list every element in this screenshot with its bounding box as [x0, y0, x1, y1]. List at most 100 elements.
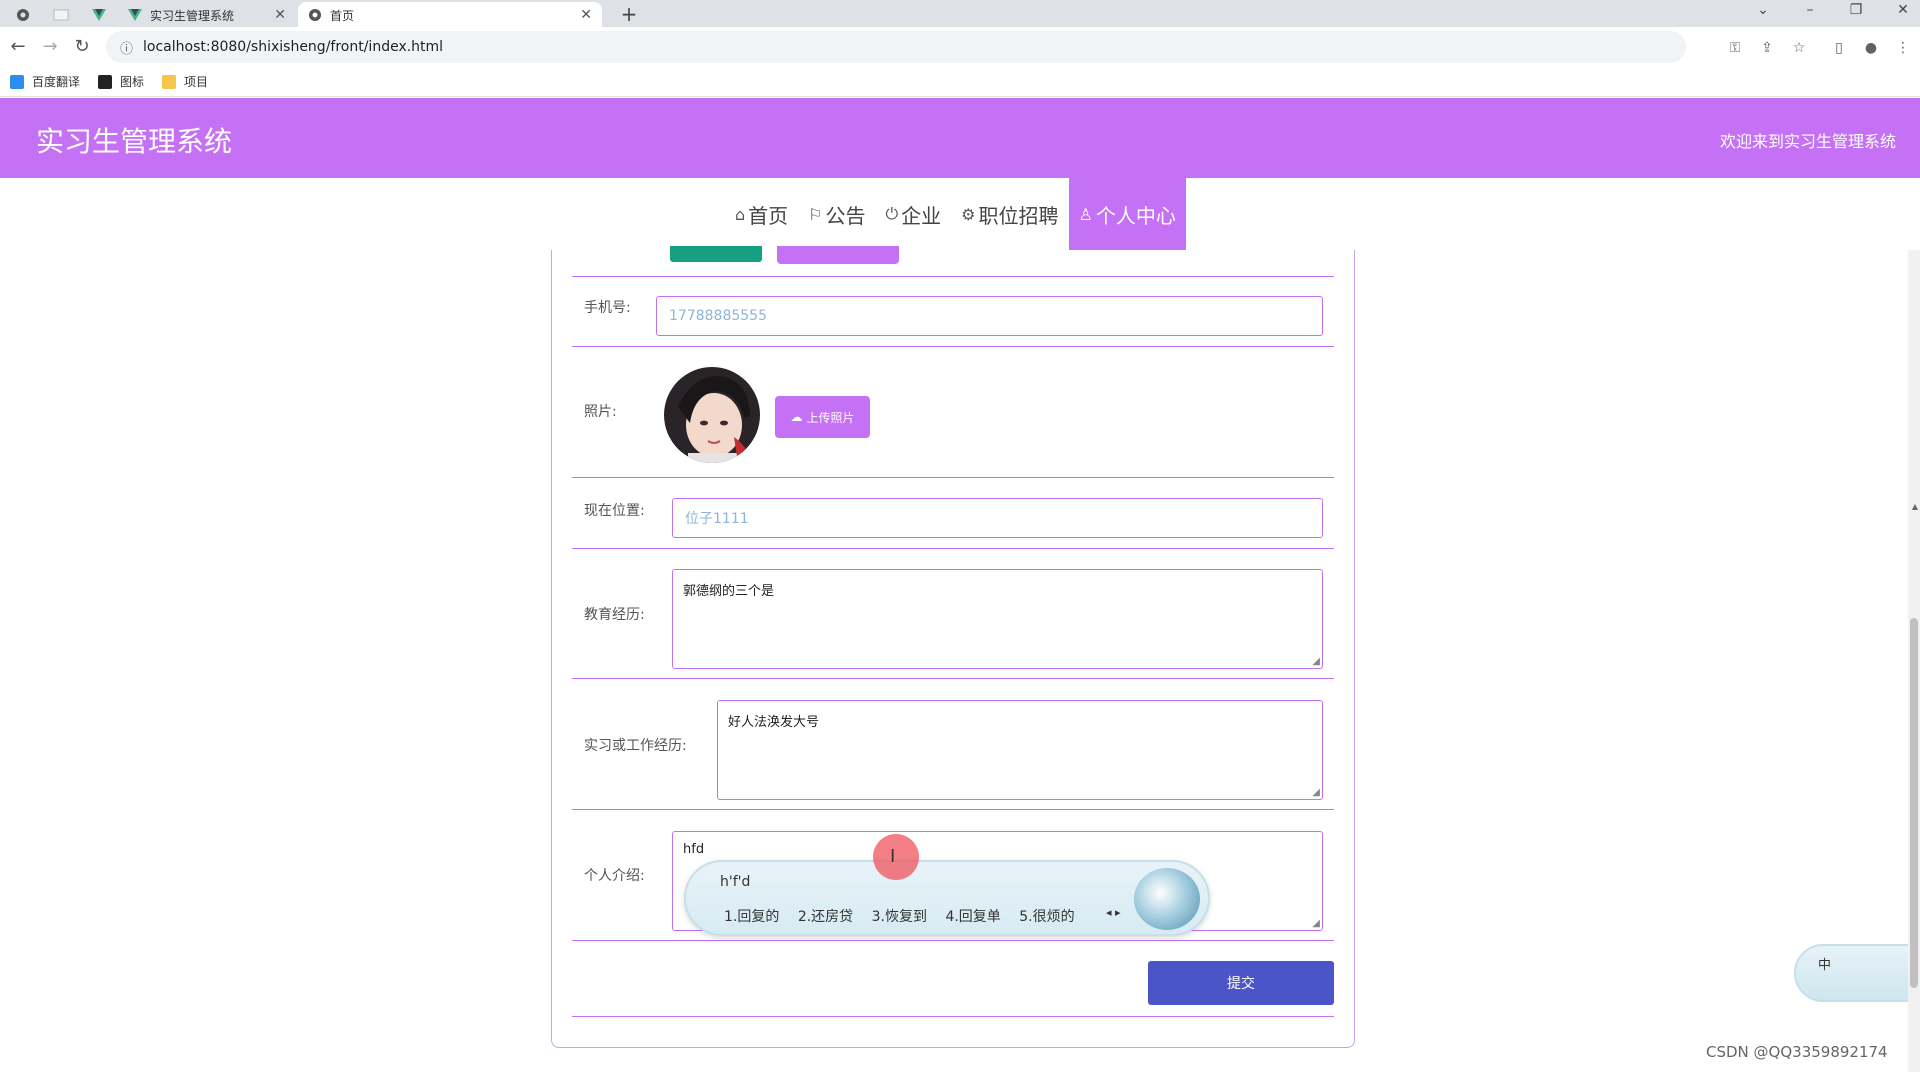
tab-pinned-2[interactable] [42, 3, 80, 27]
minimize-icon[interactable]: – [1800, 2, 1820, 18]
folder-icon [162, 74, 177, 89]
location-label: 现在位置: [584, 503, 645, 519]
bookmark-label: 项目 [184, 75, 209, 89]
more-icon[interactable]: ⋮ [1894, 39, 1912, 57]
form-row-submit: 提交 [572, 941, 1334, 1017]
scroll-thumb[interactable] [1910, 618, 1918, 988]
flag-icon: ⚐ [808, 204, 823, 224]
avatar [664, 367, 760, 463]
phone-label: 手机号: [584, 300, 631, 316]
resize-grip-icon[interactable]: ◢ [1312, 918, 1320, 929]
form-row-education: 教育经历: 郭德纲的三个是 ◢ [572, 549, 1334, 679]
tab-title: 实习生管理系统 [150, 8, 235, 23]
resize-grip-icon[interactable]: ◢ [1312, 656, 1320, 667]
url-input[interactable]: ⓘ localhost:8080/shixisheng/front/index.… [106, 31, 1686, 63]
experience-label: 实习或工作经历: [584, 738, 687, 754]
main-nav: ⌂ 首页 ⚐ 公告 ⏻ 企业 ⚙ 职位招聘 ♙ 个人中心 [0, 178, 1920, 250]
nav-label: 职位招聘 [978, 203, 1059, 228]
nav-notice[interactable]: ⚐ 公告 [798, 178, 875, 250]
tab-pinned-1[interactable] [4, 3, 42, 27]
form-row-phone: 手机号: 17788885555 [572, 277, 1334, 347]
page-scrollbar[interactable]: ▲ [1908, 250, 1920, 1072]
ime-candidate[interactable]: 2.还房贷 [798, 909, 853, 925]
tab-search-icon[interactable]: ⌄ [1753, 2, 1773, 18]
ime-candidate[interactable]: 4.回复单 [945, 909, 1000, 925]
location-input[interactable]: 位子1111 [672, 498, 1323, 538]
ime-candidate[interactable]: 3.恢复到 [872, 909, 927, 925]
vue-icon [128, 9, 142, 21]
photo-label: 照片: [584, 404, 617, 420]
translate-icon [10, 74, 24, 89]
new-tab-button[interactable]: + [616, 2, 642, 26]
upload-photo-button[interactable]: ☁ 上传照片 [775, 396, 870, 438]
globe-icon [309, 9, 321, 21]
back-icon[interactable]: ← [6, 35, 30, 59]
ime-mode-label: 中 [1818, 958, 1832, 973]
close-window-icon[interactable]: ✕ [1893, 2, 1913, 18]
cloud-upload-icon: ☁ [790, 410, 803, 424]
reload-icon[interactable]: ↻ [70, 35, 94, 59]
browser-tab-bar: 实习生管理系统 ✕ 首页 ✕ + ⌄ – ❐ ✕ [0, 0, 1920, 28]
click-indicator [873, 834, 919, 880]
nav-label: 公告 [825, 203, 866, 228]
sidepanel-icon[interactable]: ▯ [1830, 39, 1848, 57]
bookmark-label: 图标 [120, 75, 145, 89]
tab-system[interactable]: 实习生管理系统 ✕ [118, 2, 296, 28]
ime-page-arrows-icon[interactable]: ◂ ▸ [1106, 906, 1121, 919]
close-icon[interactable]: ✕ [580, 7, 592, 23]
education-text: 郭德纲的三个是 [683, 584, 775, 599]
forward-icon[interactable]: → [38, 35, 62, 59]
ime-status-widget[interactable]: 中 [1794, 944, 1920, 1002]
ime-orb-icon [1134, 868, 1200, 930]
resize-grip-icon[interactable]: ◢ [1312, 787, 1320, 798]
profile-icon[interactable]: ● [1862, 39, 1880, 57]
bookmark-projects[interactable]: 项目 [162, 73, 208, 90]
restore-icon[interactable]: ❐ [1846, 2, 1866, 18]
bookmark-baidu-translate[interactable]: 百度翻译 [10, 73, 80, 90]
page-icon [53, 9, 69, 21]
nav-personal-center[interactable]: ♙ 个人中心 [1068, 178, 1186, 250]
upload-label: 上传照片 [806, 410, 855, 425]
close-icon[interactable]: ✕ [274, 7, 286, 23]
tab-title: 首页 [330, 8, 355, 23]
submit-button[interactable]: 提交 [1148, 961, 1334, 1005]
address-bar-row: ← → ↻ ⓘ localhost:8080/shixisheng/front/… [0, 27, 1920, 67]
nav-home[interactable]: ⌂ 首页 [725, 178, 798, 250]
ime-candidate[interactable]: 5.很烦的 [1019, 909, 1074, 925]
image-icon [98, 74, 113, 89]
intro-text: hfd [683, 842, 705, 857]
ime-candidate[interactable]: 1.回复的 [724, 909, 779, 925]
text-cursor-icon: I [890, 846, 896, 867]
ime-pinyin: h'f'd [720, 874, 751, 890]
experience-textarea[interactable]: 好人法涣发大号 ◢ [717, 700, 1323, 800]
globe-icon [17, 9, 29, 21]
tab-pinned-3[interactable] [80, 3, 118, 27]
home-icon: ⌂ [735, 204, 746, 224]
tab-home[interactable]: 首页 ✕ [298, 2, 602, 28]
watermark: CSDN @QQ3359892174 [1706, 1043, 1888, 1061]
welcome-text: 欢迎来到实习生管理系统 [1719, 132, 1896, 151]
bookmark-label: 百度翻译 [32, 75, 81, 89]
form-row-top [572, 250, 1334, 277]
form-row-location: 现在位置: 位子1111 [572, 478, 1334, 549]
form-row-experience: 实习或工作经历: 好人法涣发大号 ◢ [572, 679, 1334, 810]
site-title: 实习生管理系统 [36, 125, 233, 158]
nav-jobs[interactable]: ⚙ 职位招聘 [951, 178, 1068, 250]
info-icon[interactable]: ⓘ [120, 38, 133, 57]
key-icon[interactable]: ⚿ [1726, 39, 1744, 57]
phone-input[interactable]: 17788885555 [656, 296, 1323, 336]
education-textarea[interactable]: 郭德纲的三个是 ◢ [672, 569, 1323, 669]
form-row-photo: 照片: ☁ 上传照片 [572, 347, 1334, 478]
gear-icon: ⚙ [961, 204, 976, 224]
vue-icon [92, 9, 106, 21]
experience-text: 好人法涣发大号 [728, 715, 820, 730]
ime-candidates: 1.回复的 2.还房贷 3.恢复到 4.回复单 5.很烦的 [724, 906, 1089, 926]
nav-label: 个人中心 [1095, 203, 1176, 228]
nav-company[interactable]: ⏻ 企业 [876, 178, 952, 250]
site-header: 实习生管理系统 欢迎来到实习生管理系统 [0, 98, 1920, 178]
star-icon[interactable]: ☆ [1790, 39, 1808, 57]
education-label: 教育经历: [584, 607, 645, 623]
share-icon[interactable]: ⇪ [1758, 39, 1776, 57]
scroll-up-icon[interactable]: ▲ [1912, 502, 1918, 511]
bookmark-icons[interactable]: 图标 [98, 73, 144, 90]
